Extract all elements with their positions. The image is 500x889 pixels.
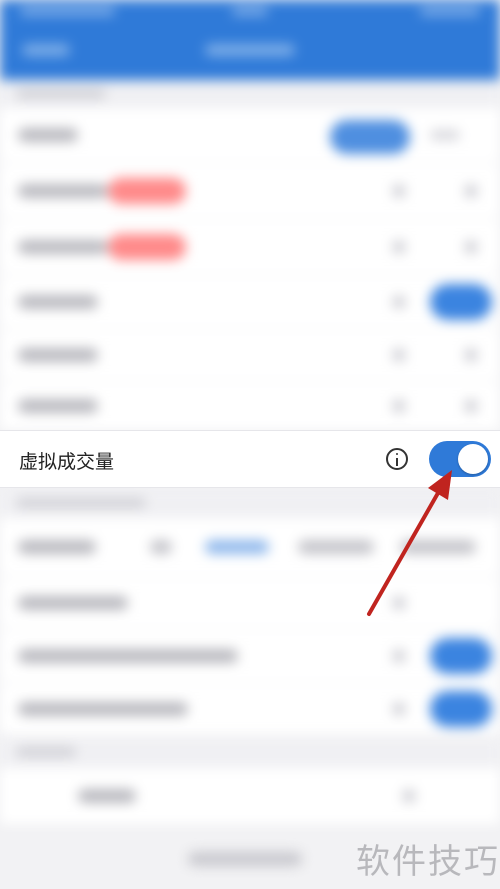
red-arrow-annotation [367,470,452,616]
watermark: 软件技巧 [356,842,500,882]
